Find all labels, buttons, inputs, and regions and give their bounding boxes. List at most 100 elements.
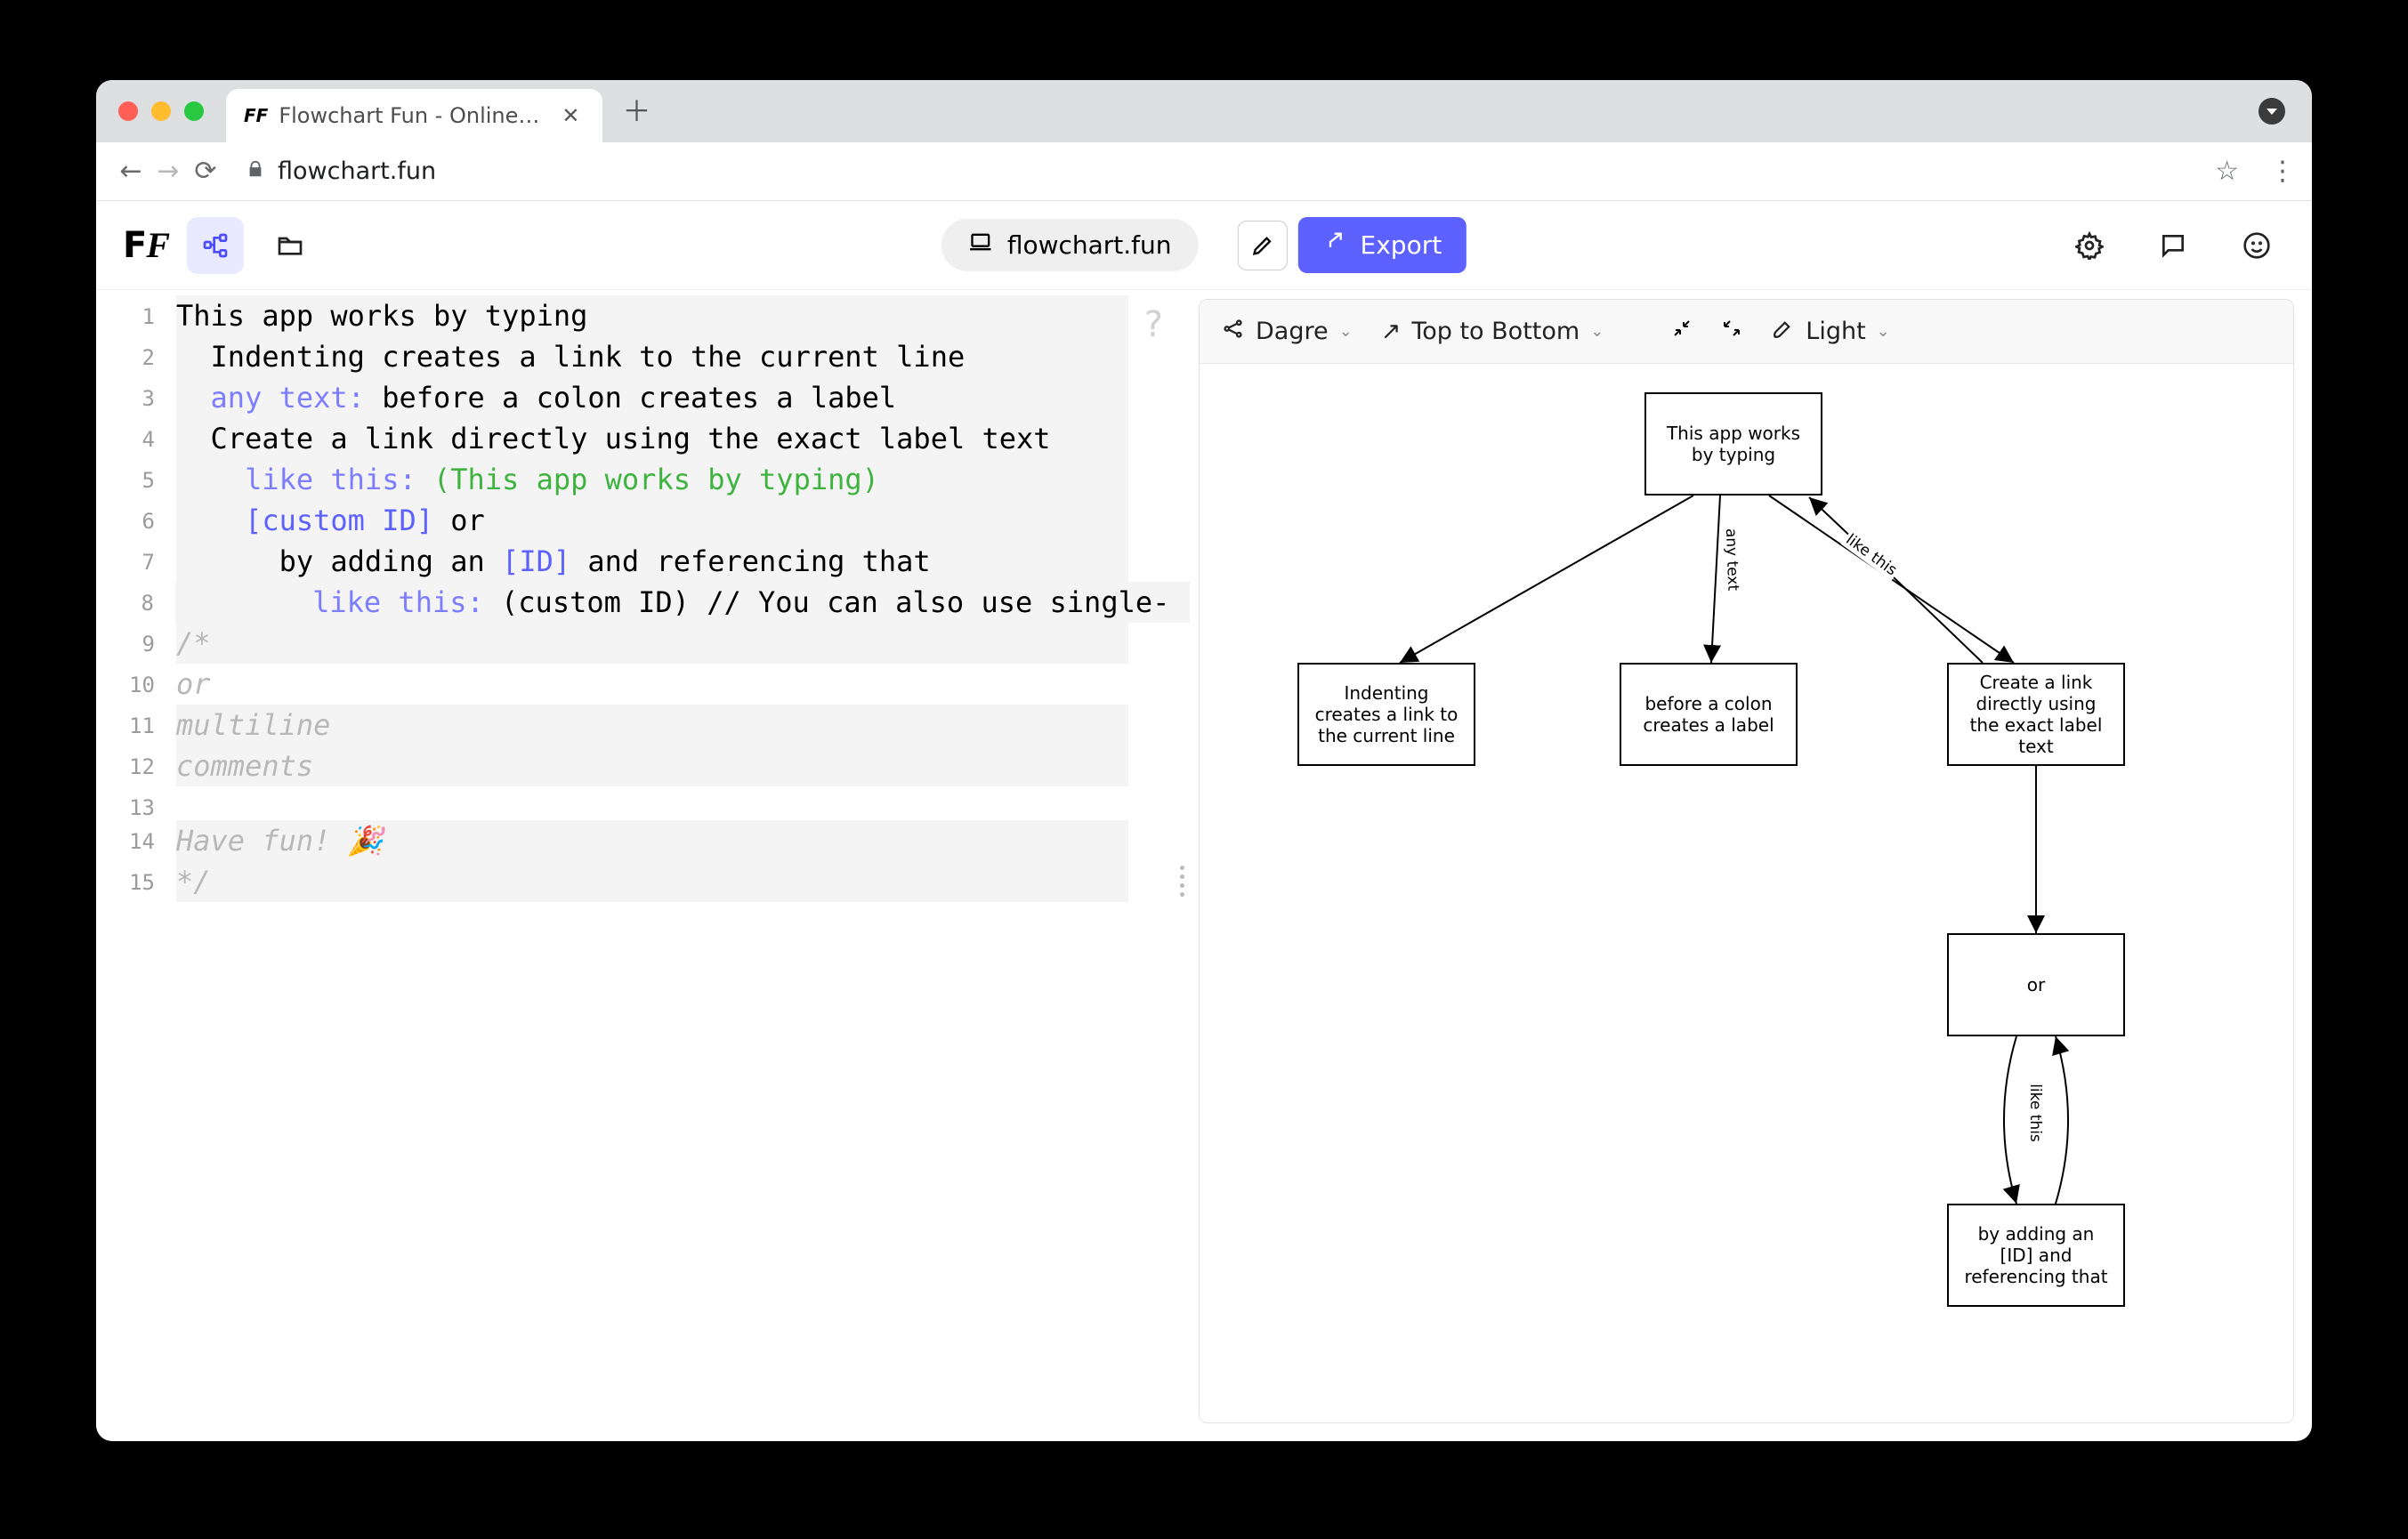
theme-dropdown[interactable]: Light ⌄	[1771, 317, 1889, 347]
code-editor[interactable]: ? 1This app works by typing2 Indenting c…	[96, 290, 1190, 1441]
code-line[interactable]: or	[176, 664, 211, 705]
chevron-down-icon: ⌄	[1339, 322, 1353, 341]
line-number: 12	[96, 745, 176, 779]
line-number: 5	[96, 459, 176, 493]
editor-line[interactable]: 4 Create a link directly using the exact…	[96, 418, 1190, 459]
line-number: 8	[96, 582, 175, 616]
brush-icon	[1771, 317, 1795, 347]
editor-line[interactable]: 11multiline	[96, 705, 1190, 745]
diagram-node[interactable]: Create a link directly using the exact l…	[1947, 663, 2125, 766]
settings-button[interactable]	[2061, 217, 2118, 274]
code-line[interactable]: This app works by typing	[176, 295, 1128, 336]
browser-menu-icon[interactable]: ⋮	[2269, 156, 2296, 187]
line-number: 6	[96, 500, 176, 534]
app-toolbar: FF flowchart.fun Ex	[96, 201, 2312, 290]
code-line[interactable]: by adding an [ID] and referencing that	[176, 541, 1128, 582]
line-number: 2	[96, 336, 176, 370]
line-number: 3	[96, 377, 176, 411]
editor-line[interactable]: 1This app works by typing	[96, 295, 1190, 336]
editor-line[interactable]: 6 [custom ID] or	[96, 500, 1190, 541]
editor-line[interactable]: 5 like this: (This app works by typing)	[96, 459, 1190, 500]
tab-title: Flowchart Fun - Online text to	[279, 103, 545, 128]
editor-line[interactable]: 12comments	[96, 745, 1190, 786]
code-line[interactable]: */	[176, 861, 1128, 902]
editor-line[interactable]: 14Have fun! 🎉	[96, 820, 1190, 861]
diagram-node[interactable]: before a colon creates a label	[1620, 663, 1798, 766]
feedback-button[interactable]	[2145, 217, 2202, 274]
edit-button[interactable]	[1238, 221, 1288, 270]
code-line[interactable]: multiline	[176, 705, 1128, 745]
export-button[interactable]: Export	[1298, 217, 1467, 273]
code-line[interactable]: Create a link directly using the exact l…	[176, 418, 1128, 459]
editor-line[interactable]: 3 any text: before a colon creates a lab…	[96, 377, 1190, 418]
app-logo[interactable]: FF	[123, 224, 169, 266]
chevron-down-icon: ⌄	[1877, 322, 1890, 341]
resize-handle[interactable]	[1180, 866, 1184, 897]
code-line[interactable]: comments	[176, 745, 1128, 786]
maximize-window-button[interactable]	[184, 101, 204, 121]
tab-favicon: FF	[244, 105, 268, 126]
editor-line[interactable]: 2 Indenting creates a link to the curren…	[96, 336, 1190, 377]
flowchart-diagram[interactable]: any text like this like this This app wo…	[1200, 364, 2293, 1422]
address-bar: ← → ⟳ flowchart.fun ☆ ⋮	[96, 142, 2312, 201]
browser-profile-button[interactable]	[2259, 98, 2285, 125]
code-line[interactable]: Indenting creates a link to the current …	[176, 336, 1128, 377]
edge-label: any text	[1722, 527, 1742, 593]
back-button[interactable]: ←	[112, 156, 149, 187]
editor-line[interactable]: 15*/	[96, 861, 1190, 902]
share-icon	[1323, 230, 1348, 261]
editor-line[interactable]: 10or	[96, 664, 1190, 705]
minimize-window-button[interactable]	[151, 101, 171, 121]
line-number: 14	[96, 820, 176, 854]
code-line[interactable]: [custom ID] or	[176, 500, 1128, 541]
graph-view-button[interactable]	[187, 217, 244, 274]
layout-engine-dropdown[interactable]: Dagre ⌄	[1221, 317, 1353, 347]
code-line[interactable]: any text: before a colon creates a label	[176, 377, 1128, 418]
editor-line[interactable]: 13	[96, 786, 1190, 820]
line-number: 15	[96, 861, 176, 895]
toolbar-center: flowchart.fun Export	[941, 217, 1467, 273]
line-number: 4	[96, 418, 176, 452]
code-line[interactable]: like this: (This app works by typing)	[176, 459, 1128, 500]
zoom-in-button[interactable]	[1671, 318, 1693, 345]
diagram-edges	[1200, 364, 2293, 1422]
new-tab-button[interactable]: ＋	[622, 97, 650, 125]
editor-line[interactable]: 9/*	[96, 623, 1190, 664]
close-tab-button[interactable]: ✕	[556, 103, 585, 128]
edge-label: like this	[2026, 1082, 2044, 1144]
open-folder-button[interactable]	[262, 217, 319, 274]
forward-button[interactable]: →	[149, 156, 187, 187]
browser-tab[interactable]: FF Flowchart Fun - Online text to ✕	[226, 89, 602, 142]
browser-window: FF Flowchart Fun - Online text to ✕ ＋ ← …	[96, 80, 2312, 1441]
close-window-button[interactable]	[118, 101, 138, 121]
diagram-node[interactable]: This app works by typing	[1644, 392, 1822, 496]
help-icon[interactable]: ?	[1144, 304, 1163, 345]
zoom-out-button[interactable]	[1721, 318, 1742, 345]
reload-button[interactable]: ⟳	[187, 156, 224, 187]
diagram-node[interactable]: by adding an [ID] and referencing that	[1947, 1204, 2125, 1307]
brand-label: flowchart.fun	[1007, 230, 1172, 260]
diagram-node[interactable]: Indenting creates a link to the current …	[1297, 663, 1475, 766]
toolbar-right	[2061, 217, 2285, 274]
account-button[interactable]	[2228, 217, 2285, 274]
code-line[interactable]: Have fun! 🎉	[176, 820, 1128, 861]
editor-line[interactable]: 8 like this: (custom ID) // You can also…	[96, 582, 1190, 623]
editor-line[interactable]: 7 by adding an [ID] and referencing that	[96, 541, 1190, 582]
url-field[interactable]: flowchart.fun	[246, 157, 2215, 185]
code-line[interactable]: like this: (custom ID) // You can also u…	[175, 582, 1190, 623]
window-controls	[96, 101, 204, 121]
chevron-down-icon: ⌄	[1590, 322, 1604, 341]
line-number: 10	[96, 664, 176, 697]
layout-direction-dropdown[interactable]: ↗ Top to Bottom ⌄	[1381, 318, 1604, 345]
brand-badge[interactable]: flowchart.fun	[941, 219, 1199, 271]
bookmark-icon[interactable]: ☆	[2215, 156, 2239, 187]
line-number: 7	[96, 541, 176, 575]
laptop-icon	[968, 230, 993, 261]
preview-toolbar: Dagre ⌄ ↗ Top to Bottom ⌄	[1200, 300, 2293, 364]
url-text: flowchart.fun	[278, 157, 436, 185]
share-nodes-icon	[1221, 317, 1245, 347]
arrow-up-right-icon: ↗	[1381, 318, 1402, 345]
diagram-node[interactable]: or	[1947, 933, 2125, 1036]
line-number: 13	[96, 786, 176, 820]
code-line[interactable]: /*	[176, 623, 1128, 664]
